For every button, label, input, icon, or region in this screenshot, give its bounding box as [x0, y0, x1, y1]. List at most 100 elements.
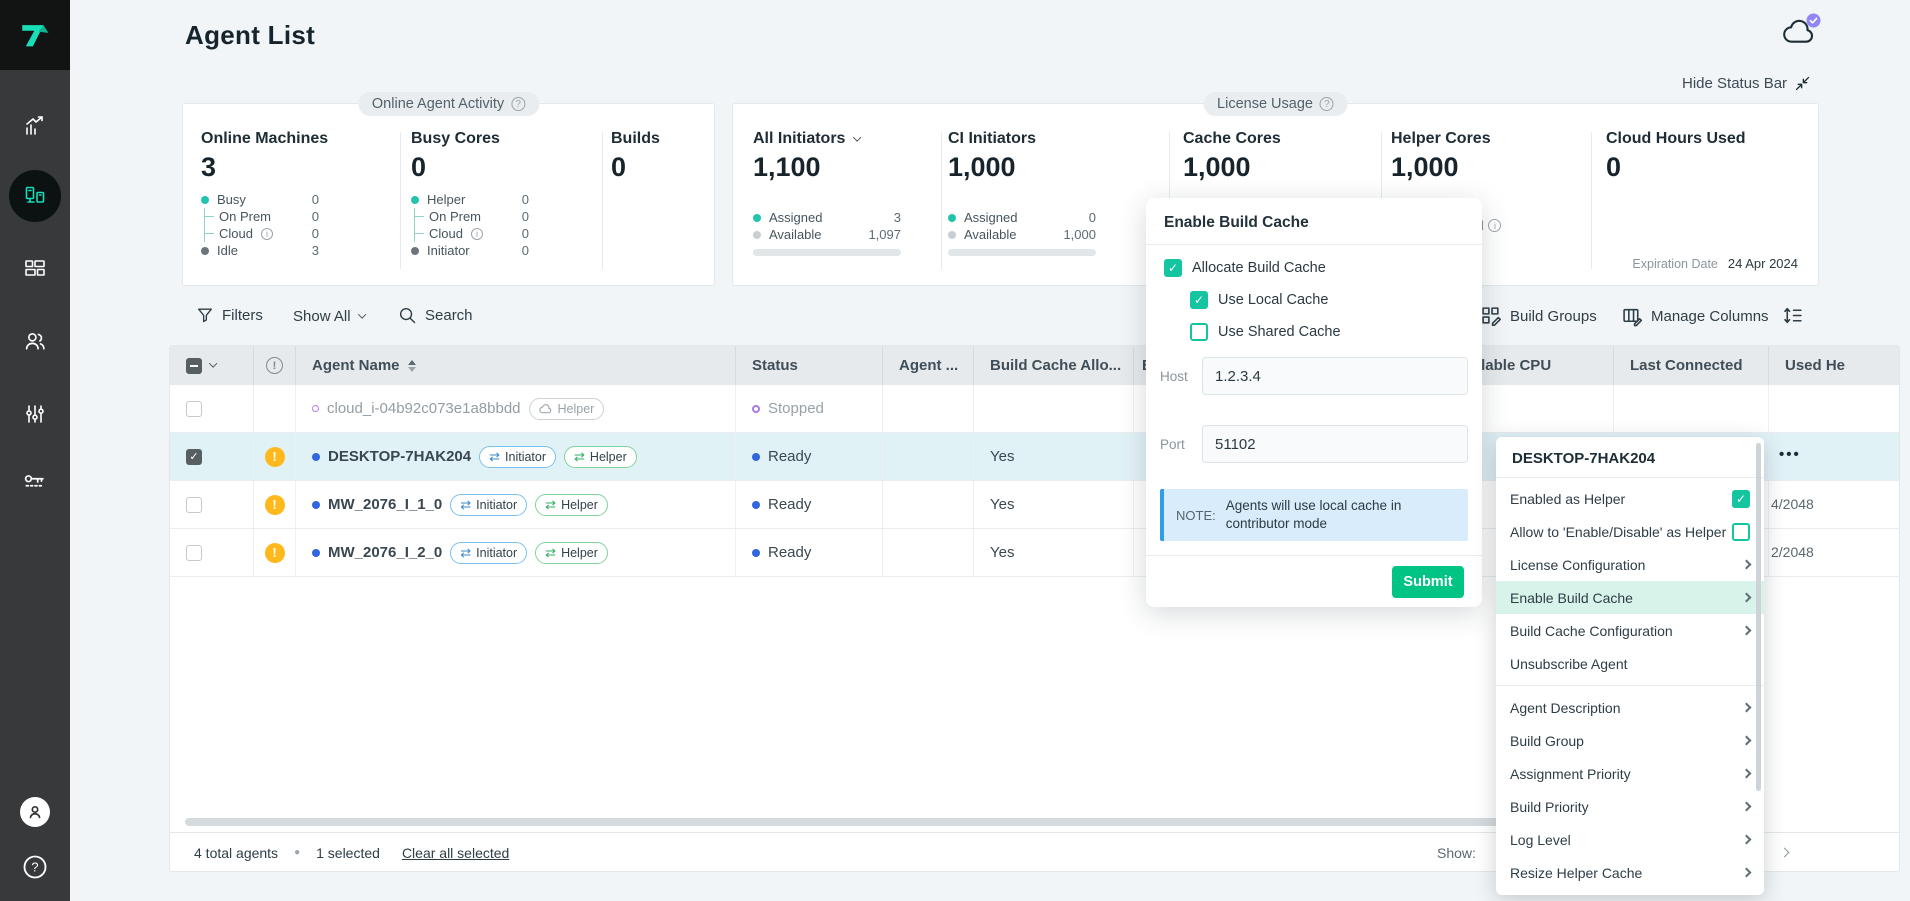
license-usage-pill: License Usage ?: [1203, 92, 1348, 116]
divider: [602, 132, 603, 269]
sidebar-item-dashboard[interactable]: [0, 254, 70, 282]
sidebar-item-settings[interactable]: [0, 400, 70, 428]
menu-item-log-level[interactable]: Log Level: [1496, 823, 1764, 856]
header-status[interactable]: Status: [736, 346, 883, 385]
select-all-checkbox[interactable]: [186, 358, 202, 374]
all-initiators-panel: All Initiators 1,100 Assigned 3 Availabl…: [753, 130, 901, 256]
cloud-status-indicator[interactable]: [1782, 16, 1818, 51]
menu-item-label: Log Level: [1510, 832, 1571, 848]
menu-item-enabled-as-helper[interactable]: Enabled as Helper ✓: [1496, 482, 1764, 515]
port-input[interactable]: [1202, 425, 1468, 463]
pagination-next-icon[interactable]: [1780, 848, 1790, 858]
sidebar-item-users[interactable]: [0, 327, 70, 355]
table-row[interactable]: cloud_i-04b92c073e1a8bbdd Helper Stopped: [170, 385, 1899, 433]
clear-selected-link[interactable]: Clear all selected: [402, 845, 509, 861]
search-button[interactable]: Search: [398, 306, 473, 325]
warning-icon[interactable]: !: [265, 495, 285, 515]
warning-icon[interactable]: !: [265, 543, 285, 563]
cloud-hours-panel: Cloud Hours Used 0: [1606, 130, 1746, 183]
all-initiators-header[interactable]: All Initiators: [753, 130, 901, 148]
all-initiators-label: All Initiators: [753, 130, 845, 148]
helper-cores-panel: Helper Cores 1,000 In Pool i: [1391, 130, 1491, 183]
host-input[interactable]: [1202, 357, 1468, 395]
chevron-right-icon: [1742, 802, 1752, 812]
menu-item-license-configuration[interactable]: License Configuration: [1496, 548, 1764, 581]
allocate-build-cache-checkbox[interactable]: ✓: [1164, 259, 1182, 277]
menu-scrollbar[interactable]: [1756, 443, 1761, 791]
menu-item-agent-description[interactable]: Agent Description: [1496, 691, 1764, 724]
initiator-pill: ⇄Initiator: [479, 446, 556, 468]
header-last-connected[interactable]: Last Connected: [1614, 346, 1769, 385]
divider: [1591, 132, 1592, 269]
sidebar-item-license[interactable]: [0, 468, 70, 496]
row-checkbox-checked[interactable]: ✓: [186, 449, 202, 465]
menu-item-build-group[interactable]: Build Group: [1496, 724, 1764, 757]
enabled-as-helper-checkbox[interactable]: ✓: [1732, 490, 1750, 508]
menu-item-enable-build-cache[interactable]: Enable Build Cache: [1496, 581, 1764, 614]
manage-columns-label: Manage Columns: [1651, 308, 1769, 325]
submit-button[interactable]: Submit: [1392, 566, 1464, 598]
header-select-all[interactable]: [170, 346, 254, 385]
horizontal-scrollbar[interactable]: [185, 818, 1520, 826]
sidebar-item-profile[interactable]: [0, 797, 70, 827]
row-more-actions-button[interactable]: •••: [1779, 446, 1801, 463]
sidebar-item-agents-active[interactable]: [0, 170, 70, 222]
sidebar-item-analytics[interactable]: [0, 112, 70, 140]
use-shared-cache-checkbox[interactable]: [1190, 323, 1208, 341]
cloud-info-icon[interactable]: i: [471, 228, 483, 240]
header-used-helper[interactable]: Used He: [1769, 346, 1900, 385]
chevron-right-icon: [1742, 560, 1752, 570]
busy-value: 0: [312, 192, 319, 207]
sort-icon[interactable]: [408, 360, 416, 372]
row-checkbox[interactable]: [186, 401, 202, 417]
menu-item-resize-helper-cache[interactable]: Resize Helper Cache: [1496, 856, 1764, 889]
allow-enable-disable-checkbox[interactable]: [1732, 523, 1750, 541]
agent-name: MW_2076_I_2_0: [328, 544, 442, 561]
menu-item-unsubscribe-agent[interactable]: Unsubscribe Agent: [1496, 647, 1764, 680]
menu-item-allow-enable-disable[interactable]: Allow to 'Enable/Disable' as Helper: [1496, 515, 1764, 548]
menu-item-label: Unsubscribe Agent: [1510, 656, 1628, 672]
assigned-value: 0: [1089, 210, 1096, 225]
build-groups-button[interactable]: Build Groups: [1481, 306, 1597, 327]
filters-button[interactable]: Filters: [196, 306, 263, 324]
helper-pill: ⇄Helper: [535, 494, 608, 516]
header-agent-truncated[interactable]: Agent ...: [883, 346, 974, 385]
cloud-hours-value: 0: [1606, 152, 1746, 183]
last-connected-fragment: 2/2048: [1771, 544, 1814, 560]
note-box: NOTE: Agents will use local cache in con…: [1160, 489, 1468, 541]
row-checkbox[interactable]: [186, 497, 202, 513]
expiration-value: 24 Apr 2024: [1728, 256, 1798, 271]
activity-info-icon[interactable]: ?: [511, 97, 525, 111]
header-agent-name[interactable]: Agent Name: [296, 346, 736, 385]
agent-state-dot: [312, 405, 319, 412]
sidebar-item-help[interactable]: ?: [0, 852, 70, 882]
page-title: Agent List: [185, 20, 315, 51]
header-build-cache-alloc[interactable]: Build Cache Allo...: [974, 346, 1134, 385]
menu-item-build-cache-configuration[interactable]: Build Cache Configuration: [1496, 614, 1764, 647]
port-label: Port: [1160, 437, 1202, 452]
search-icon: [398, 306, 417, 325]
row-checkbox[interactable]: [186, 545, 202, 561]
manage-columns-button[interactable]: Manage Columns: [1622, 306, 1769, 327]
transfer-icon: ⇄: [460, 545, 471, 561]
warning-icon[interactable]: !: [265, 447, 285, 467]
selected-count-label: 1 selected: [316, 845, 380, 861]
show-all-dropdown[interactable]: Show All: [293, 308, 365, 325]
license-info-icon[interactable]: ?: [1320, 97, 1334, 111]
menu-item-assignment-priority[interactable]: Assignment Priority: [1496, 757, 1764, 790]
status-text: Ready: [768, 448, 811, 465]
busy-cores-value: 0: [411, 152, 529, 183]
menu-item-build-priority[interactable]: Build Priority: [1496, 790, 1764, 823]
available-label: Available: [964, 227, 1017, 242]
hide-status-bar-button[interactable]: Hide Status Bar: [1682, 75, 1811, 92]
app-logo[interactable]: [0, 0, 70, 70]
avatar: [20, 797, 50, 827]
agent-state-dot: [312, 453, 320, 461]
cloud-info-icon[interactable]: i: [261, 228, 273, 240]
use-local-cache-checkbox[interactable]: ✓: [1190, 291, 1208, 309]
row-height-button[interactable]: [1782, 305, 1803, 326]
idle-value: 3: [312, 243, 319, 258]
in-pool-info-icon[interactable]: i: [1488, 219, 1501, 232]
analytics-icon: [23, 114, 47, 138]
builds-label: Builds: [611, 130, 660, 148]
